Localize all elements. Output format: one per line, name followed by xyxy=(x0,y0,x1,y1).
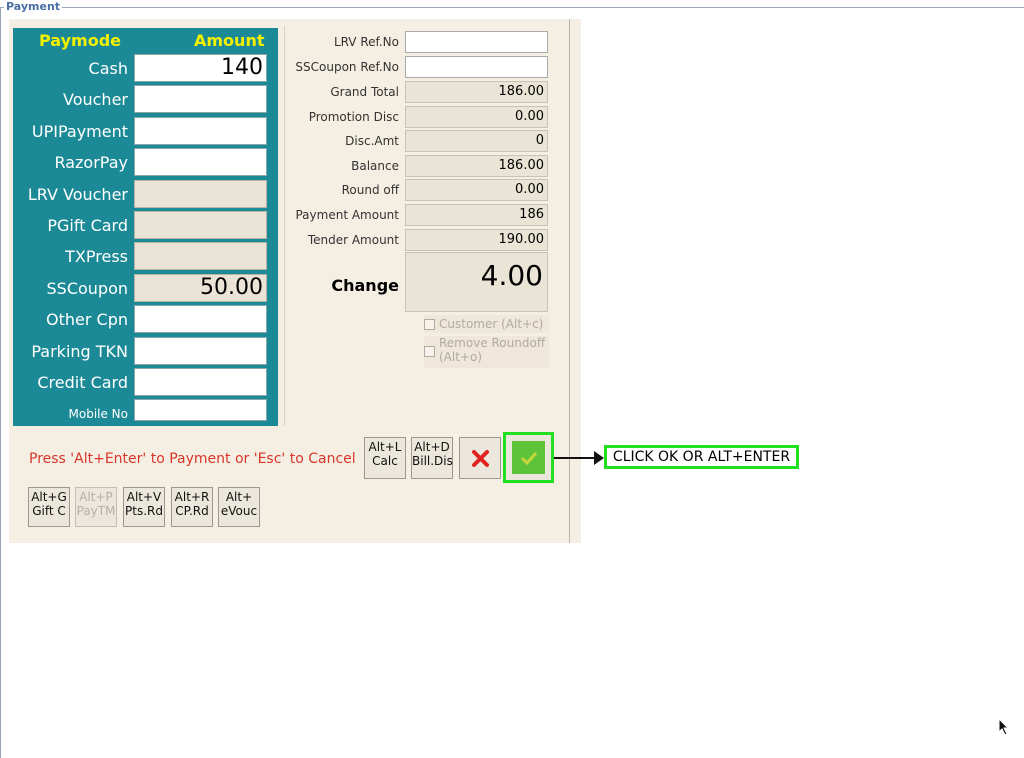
remove-roundoff-checkbox-row[interactable]: Remove Roundoff (Alt+o) xyxy=(424,336,549,368)
change-label: Change xyxy=(331,276,399,295)
evoucher-shortcut: Alt+ xyxy=(225,490,253,504)
calc-button-label: Calc xyxy=(372,454,398,468)
window-title: Payment xyxy=(4,0,63,14)
ok-button[interactable] xyxy=(503,432,554,483)
frame-border-left xyxy=(0,7,1,758)
upi-amount-input[interactable] xyxy=(134,117,267,145)
customer-checkbox-label: Customer (Alt+c) xyxy=(439,317,544,331)
remove-roundoff-checkbox[interactable] xyxy=(424,346,435,357)
paymode-label-parking-tkn: Parking TKN xyxy=(31,342,128,361)
paymode-label-other-cpn: Other Cpn xyxy=(46,310,128,329)
payment-amount-label: Payment Amount xyxy=(295,208,399,222)
keyboard-hint: Press 'Alt+Enter' to Payment or 'Esc' to… xyxy=(29,451,356,467)
round-off-label: Round off xyxy=(341,183,399,197)
lrv-voucher-amount-input xyxy=(134,180,267,208)
bill-discount-shortcut: Alt+D xyxy=(414,440,450,454)
round-off-value: 0.00 xyxy=(405,179,548,201)
callout-label: CLICK OK OR ALT+ENTER xyxy=(604,445,799,469)
paymode-label-cash: Cash xyxy=(88,59,128,78)
paymode-label-lrv-voucher: LRV Voucher xyxy=(27,185,128,204)
paymode-label-txpress: TXPress xyxy=(65,247,128,266)
paytm-shortcut: Alt+P xyxy=(79,490,113,504)
mouse-cursor-icon xyxy=(998,718,1010,736)
callout-arrow-head xyxy=(594,451,604,465)
points-redeem-shortcut: Alt+V xyxy=(126,490,162,504)
lrv-ref-input[interactable] xyxy=(405,31,548,53)
paymode-label-pgift-card: PGift Card xyxy=(47,216,128,235)
close-icon xyxy=(472,450,489,467)
points-redeem-label: Pts.Rd xyxy=(125,504,163,518)
cp-redeem-label: CP.Rd xyxy=(175,504,209,518)
parking-tkn-amount-input[interactable] xyxy=(134,337,267,365)
disc-amt-label: Disc.Amt xyxy=(345,134,399,148)
lrv-ref-label: LRV Ref.No xyxy=(333,35,399,49)
gift-card-label: Gift C xyxy=(32,504,66,518)
bill-discount-button[interactable]: Alt+D Bill.Dis xyxy=(411,437,453,479)
mobile-no-input[interactable] xyxy=(134,399,267,421)
voucher-amount-input[interactable] xyxy=(134,85,267,113)
paymode-table: Paymode Amount Cash 140 Voucher UPIPayme… xyxy=(13,28,278,426)
paymode-label-upi: UPIPayment xyxy=(31,122,128,141)
gift-card-button[interactable]: Alt+G Gift C xyxy=(28,487,70,527)
grand-total-value: 186.00 xyxy=(405,81,548,103)
credit-card-amount-input[interactable] xyxy=(134,368,267,396)
amount-header: Amount xyxy=(194,31,265,50)
points-redeem-button[interactable]: Alt+V Pts.Rd xyxy=(123,487,165,527)
paymode-label-mobile-no: Mobile No xyxy=(68,407,129,421)
balance-value: 186.00 xyxy=(405,155,548,177)
paymode-header: Paymode xyxy=(39,31,121,50)
razorpay-amount-input[interactable] xyxy=(134,148,267,176)
tender-amount-label: Tender Amount xyxy=(307,233,399,247)
pgift-card-amount-input xyxy=(134,211,267,239)
tender-amount-value: 190.00 xyxy=(405,229,548,251)
promotion-disc-label: Promotion Disc xyxy=(308,110,399,124)
frame-border-top xyxy=(0,7,1024,8)
change-value: 4.00 xyxy=(405,252,548,312)
callout-arrow-line xyxy=(554,457,596,459)
grand-total-label: Grand Total xyxy=(330,85,399,99)
paymode-label-razorpay: RazorPay xyxy=(54,153,128,172)
balance-label: Balance xyxy=(351,159,399,173)
customer-checkbox[interactable] xyxy=(424,319,435,330)
paymode-label-sscoupon: SSCoupon xyxy=(46,279,129,298)
promotion-disc-value: 0.00 xyxy=(405,106,548,128)
panel-divider xyxy=(569,19,570,543)
cancel-button[interactable] xyxy=(459,437,501,479)
summary-panel: LRV Ref.No SSCoupon Ref.No Grand Total 1… xyxy=(284,26,551,426)
calc-button[interactable]: Alt+L Calc xyxy=(364,437,406,479)
paytm-button: Alt+P PayTM xyxy=(75,487,117,527)
gift-card-shortcut: Alt+G xyxy=(31,490,67,504)
sscoupon-amount-input: 50.00 xyxy=(134,274,267,302)
evoucher-button[interactable]: Alt+ eVouc xyxy=(218,487,260,527)
remove-roundoff-label: Remove Roundoff (Alt+o) xyxy=(439,336,546,364)
evoucher-label: eVouc xyxy=(220,504,258,518)
paymode-label-credit-card: Credit Card xyxy=(37,373,128,392)
checkmark-icon xyxy=(520,451,538,466)
cash-amount-input[interactable]: 140 xyxy=(134,54,267,82)
calc-button-shortcut: Alt+L xyxy=(368,440,402,454)
other-cpn-amount-input[interactable] xyxy=(134,305,267,333)
paytm-label: PayTM xyxy=(76,504,116,518)
bill-discount-label: Bill.Dis xyxy=(412,454,453,468)
customer-checkbox-row[interactable]: Customer (Alt+c) xyxy=(424,315,549,333)
ok-button-face xyxy=(512,441,545,474)
payment-amount-value: 186 xyxy=(405,204,548,226)
paymode-label-voucher: Voucher xyxy=(63,90,128,109)
sscoupon-ref-input[interactable] xyxy=(405,56,548,78)
sscoupon-ref-label: SSCoupon Ref.No xyxy=(295,60,399,74)
disc-amt-value: 0 xyxy=(405,130,548,152)
cp-redeem-button[interactable]: Alt+R CP.Rd xyxy=(171,487,213,527)
cp-redeem-shortcut: Alt+R xyxy=(174,490,210,504)
txpress-amount-input xyxy=(134,242,267,270)
